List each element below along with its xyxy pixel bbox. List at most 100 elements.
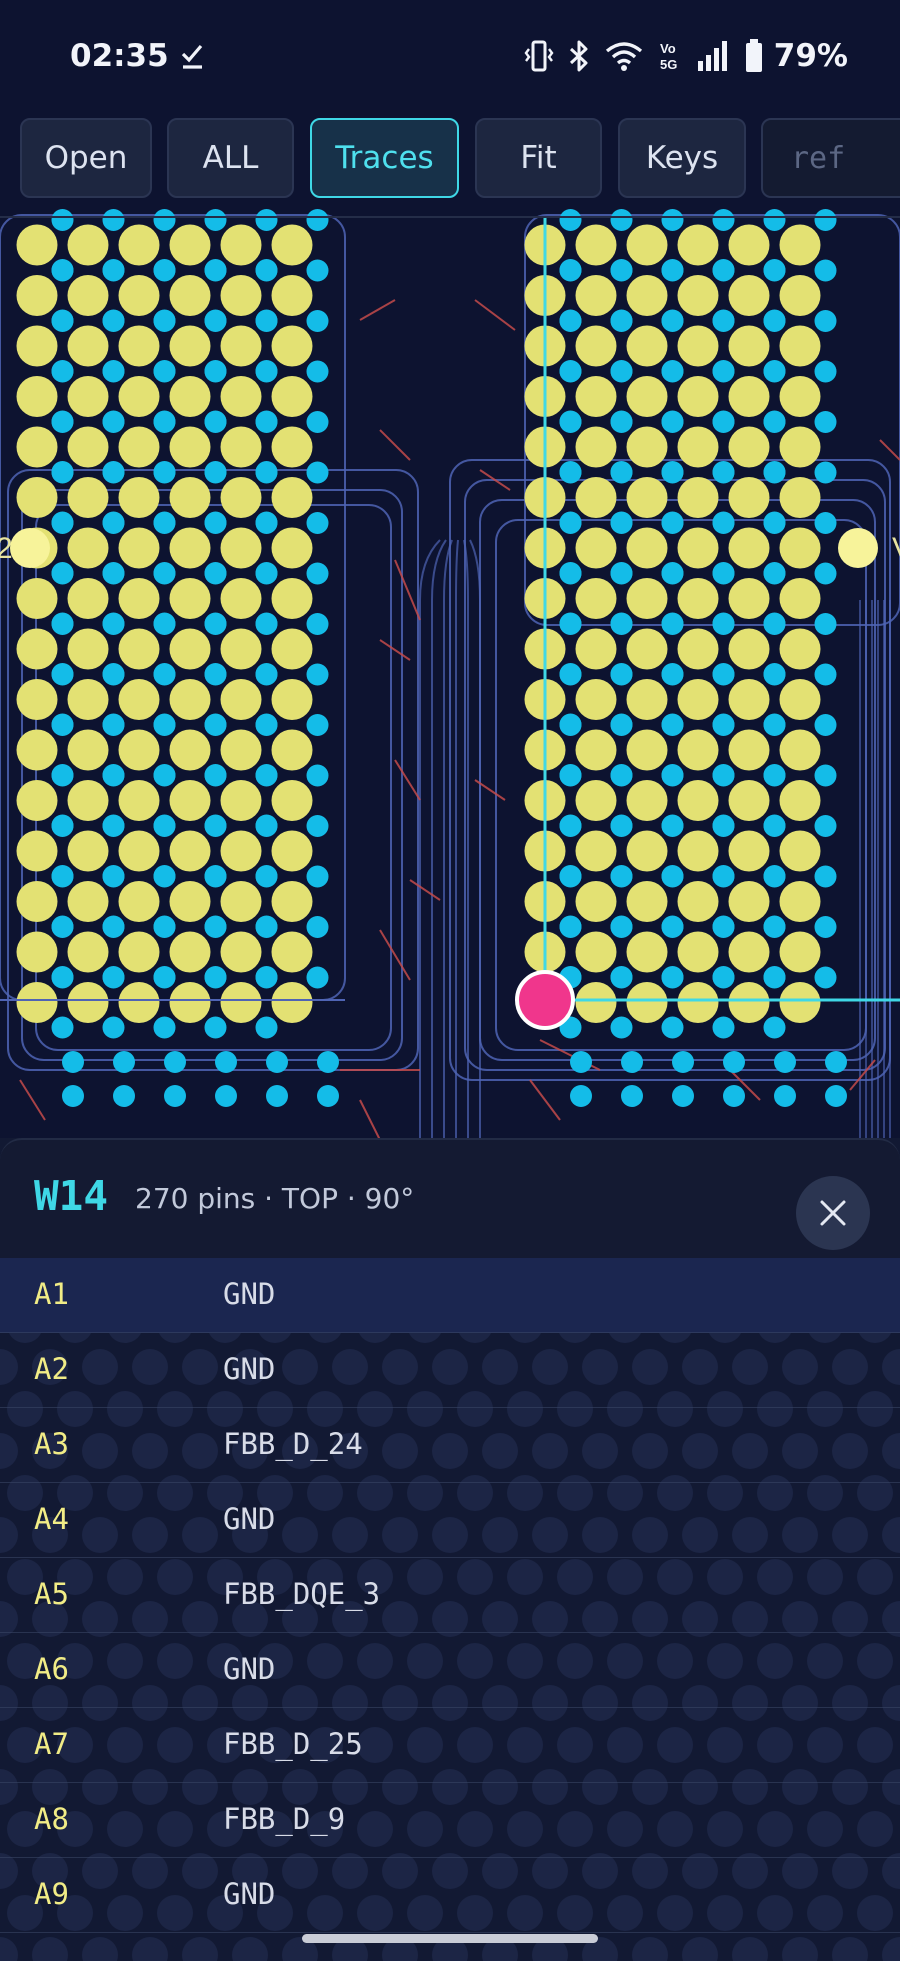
pad-large <box>118 578 160 619</box>
pad-small <box>215 1085 237 1107</box>
pad-small <box>610 310 633 332</box>
pad-large <box>16 982 58 1023</box>
pad-small <box>51 613 74 635</box>
home-indicator[interactable] <box>302 1934 598 1943</box>
pad-large <box>16 426 58 468</box>
pad-small <box>559 815 582 837</box>
pad-small <box>102 512 125 534</box>
close-button[interactable] <box>796 1176 870 1250</box>
pad-small <box>712 1016 735 1039</box>
pad-large <box>118 527 160 569</box>
pad-small <box>204 714 227 736</box>
component-meta: 270 pins · TOP · 90° <box>135 1182 415 1215</box>
pad-large <box>169 982 211 1023</box>
pad-small <box>712 966 735 989</box>
pad-large <box>220 780 262 821</box>
traces-button[interactable]: Traces <box>310 118 459 198</box>
pad-small <box>102 562 125 585</box>
pin-row[interactable]: A8 FBB_D_9 <box>0 1783 900 1858</box>
pad-small <box>559 613 582 635</box>
pad-small <box>204 259 227 282</box>
keys-button[interactable]: Keys <box>618 118 746 198</box>
pad-small <box>814 916 837 938</box>
pin-row[interactable]: A6 GND <box>0 1633 900 1708</box>
vibrate-icon <box>524 40 554 72</box>
pin-row[interactable]: A5 FBB_DQE_3 <box>0 1558 900 1633</box>
pad-small <box>661 865 684 888</box>
pin-id: A7 <box>34 1727 69 1761</box>
pad-small <box>62 1085 84 1107</box>
pin-row[interactable]: A9 GND <box>0 1858 900 1933</box>
fit-button[interactable]: Fit <box>475 118 602 198</box>
pad-small <box>255 411 278 433</box>
pin-row[interactable]: A7 FBB_D_25 <box>0 1708 900 1783</box>
pad-large <box>728 477 770 518</box>
pad-small <box>763 613 786 635</box>
pad-small <box>153 360 176 383</box>
pad-large <box>118 931 160 973</box>
pad-large <box>220 830 262 872</box>
pad-small <box>153 1016 176 1039</box>
pad-large <box>779 376 821 417</box>
pad-small <box>51 310 74 332</box>
pad-large <box>118 982 160 1023</box>
pad-small <box>661 259 684 282</box>
pad-large <box>118 275 160 316</box>
pad-large <box>271 830 313 872</box>
pin-row[interactable]: A3 FBB_D_24 <box>0 1408 900 1483</box>
pad-large <box>271 780 313 821</box>
pad-small <box>153 916 176 938</box>
pad-small <box>814 562 837 585</box>
pad-large <box>626 426 668 468</box>
pad-large <box>118 729 160 771</box>
pad-large <box>16 224 58 266</box>
pad-small <box>204 360 227 383</box>
pad-large <box>169 224 211 266</box>
pad-large <box>626 275 668 316</box>
pin-row[interactable]: A1 GND <box>0 1258 900 1333</box>
pad-small <box>814 815 837 837</box>
pad-small <box>204 461 227 484</box>
pad-small <box>153 259 176 282</box>
pad-small <box>661 764 684 787</box>
pad-large <box>575 931 617 973</box>
all-button[interactable]: ALL <box>167 118 294 198</box>
pad-large <box>67 477 109 518</box>
pad-small <box>102 411 125 433</box>
pin-row[interactable]: A4 GND <box>0 1483 900 1558</box>
pad-large <box>220 325 262 367</box>
pad-large <box>677 376 719 417</box>
pad-small <box>661 714 684 736</box>
ref-search-input[interactable] <box>761 118 900 198</box>
pad-small <box>712 310 735 332</box>
pad-large <box>677 931 719 973</box>
pad-small <box>153 411 176 433</box>
pad-large <box>220 426 262 468</box>
pad-small <box>570 1051 592 1073</box>
pad-small <box>763 714 786 736</box>
pin-row[interactable]: A2 GND <box>0 1333 900 1408</box>
pad-large <box>677 224 719 266</box>
pad-small <box>51 411 74 433</box>
pin-net: FBB_D_25 <box>223 1727 363 1761</box>
pad-large <box>575 527 617 569</box>
pad-large <box>728 325 770 367</box>
pin-id: A4 <box>34 1502 69 1536</box>
pad-large <box>575 477 617 518</box>
pad-small <box>559 764 582 787</box>
pad-large <box>677 275 719 316</box>
pad-large <box>575 376 617 417</box>
pad-small <box>204 562 227 585</box>
pad-small <box>102 714 125 736</box>
pad-small <box>610 259 633 282</box>
pad-large <box>67 982 109 1023</box>
pad-large <box>779 830 821 872</box>
pad-small <box>317 1051 339 1073</box>
open-button[interactable]: Open <box>20 118 152 198</box>
pad-small <box>215 1051 237 1073</box>
pad-small <box>661 310 684 332</box>
pad-large <box>575 830 617 872</box>
status-bar: 02:35 Vo 5G 79% <box>0 0 900 118</box>
pad-small <box>102 461 125 484</box>
pad-large <box>16 376 58 417</box>
